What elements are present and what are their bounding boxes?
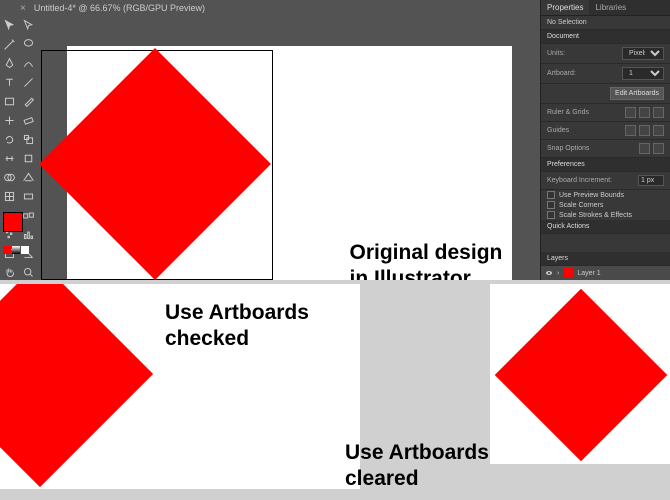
- caption-line: Use Artboards: [345, 441, 489, 464]
- snap-point-icon[interactable]: [653, 143, 664, 154]
- scale-strokes-row[interactable]: Scale Strokes & Effects: [541, 210, 670, 220]
- shaper-tool-icon[interactable]: [0, 111, 19, 130]
- gradient-mode-icon[interactable]: [12, 246, 20, 254]
- comparison-area: [0, 280, 670, 500]
- units-row: Units: Pixels: [541, 44, 670, 64]
- fill-color-swatch[interactable]: [3, 212, 23, 232]
- line-tool-icon[interactable]: [19, 73, 38, 92]
- caption-line: checked: [165, 327, 249, 350]
- checkbox-label: Scale Strokes & Effects: [559, 212, 632, 219]
- artboard-select[interactable]: 1: [622, 67, 664, 80]
- perspective-grid-tool-icon[interactable]: [19, 168, 38, 187]
- scale-tool-icon[interactable]: [19, 130, 38, 149]
- checkbox-icon[interactable]: [547, 211, 555, 219]
- snap-options-label: Snap Options: [547, 145, 589, 152]
- illustrator-window: × Untitled-4* @ 66.67% (RGB/GPU Preview): [0, 0, 670, 280]
- scale-corners-row[interactable]: Scale Corners: [541, 200, 670, 210]
- show-guides-icon[interactable]: [625, 125, 636, 136]
- layer-thumbnail: [563, 268, 573, 278]
- section-quick-actions: Quick Actions: [541, 220, 670, 234]
- width-tool-icon[interactable]: [0, 149, 19, 168]
- red-diamond-shape: [495, 289, 668, 462]
- tab-properties[interactable]: Properties: [541, 0, 589, 15]
- rotate-tool-icon[interactable]: [0, 130, 19, 149]
- smart-guides-icon[interactable]: [653, 125, 664, 136]
- shape-builder-tool-icon[interactable]: [0, 168, 19, 187]
- ruler-grids-label: Ruler & Grids: [547, 109, 589, 116]
- edit-artboards-button[interactable]: Edit Artboards: [610, 87, 664, 100]
- export-cleared-example: [490, 284, 670, 464]
- canvas-area[interactable]: Original design in Illustrator: [38, 16, 540, 280]
- grid-icon[interactable]: [639, 107, 650, 118]
- properties-panel: Properties Libraries No Selection Docume…: [540, 0, 670, 280]
- section-preferences: Preferences: [541, 158, 670, 172]
- units-label: Units:: [547, 50, 565, 57]
- artboard-row: Artboard: 1: [541, 64, 670, 84]
- document-title: Untitled-4* @ 66.67% (RGB/GPU Preview): [34, 3, 205, 13]
- close-tab-icon[interactable]: ×: [20, 3, 26, 14]
- units-select[interactable]: Pixels: [622, 47, 664, 60]
- artboard[interactable]: Original design in Illustrator: [67, 46, 512, 281]
- curvature-tool-icon[interactable]: [19, 54, 38, 73]
- lasso-tool-icon[interactable]: [19, 35, 38, 54]
- lock-guides-icon[interactable]: [639, 125, 650, 136]
- red-diamond-shape: [0, 284, 153, 487]
- layer-row[interactable]: › Layer 1: [541, 266, 670, 280]
- selection-status: No Selection: [541, 16, 670, 30]
- mesh-tool-icon[interactable]: [0, 187, 19, 206]
- paintbrush-tool-icon[interactable]: [19, 92, 38, 111]
- artboard-label: Artboard:: [547, 70, 576, 77]
- caption-line: Original design: [350, 241, 503, 264]
- kb-increment-input[interactable]: [638, 175, 664, 186]
- panel-tabs: Properties Libraries: [541, 0, 670, 16]
- checkbox-label: Scale Corners: [559, 202, 603, 209]
- snap-pixel-icon[interactable]: [639, 143, 650, 154]
- checkbox-icon[interactable]: [547, 201, 555, 209]
- layer-name[interactable]: Layer 1: [577, 270, 600, 277]
- ruler-icon[interactable]: [625, 107, 636, 118]
- checkbox-label: Use Preview Bounds: [559, 192, 624, 199]
- transparency-grid-icon[interactable]: [653, 107, 664, 118]
- edit-artboards-row: Edit Artboards: [541, 84, 670, 104]
- checkbox-icon[interactable]: [547, 191, 555, 199]
- type-tool-icon[interactable]: [0, 73, 19, 92]
- eraser-tool-icon[interactable]: [19, 111, 38, 130]
- selection-tool-icon[interactable]: [0, 16, 19, 35]
- direct-selection-tool-icon[interactable]: [19, 16, 38, 35]
- guides-label: Guides: [547, 127, 569, 134]
- caption-line: cleared: [345, 467, 419, 490]
- layers-panel: Layers › Layer 1: [541, 252, 670, 280]
- kb-increment-label: Keyboard Increment:: [547, 177, 612, 184]
- color-mode-icon[interactable]: [3, 246, 11, 254]
- layers-header: Layers: [541, 252, 670, 266]
- section-document: Document: [541, 30, 670, 44]
- caption-cleared: Use Artboards cleared: [345, 440, 489, 493]
- caption-checked: Use Artboards checked: [165, 300, 309, 353]
- caption-line: Use Artboards: [165, 301, 309, 324]
- toolbox: [0, 16, 38, 252]
- use-preview-bounds-row[interactable]: Use Preview Bounds: [541, 190, 670, 200]
- rectangle-tool-icon[interactable]: [0, 92, 19, 111]
- tab-libraries[interactable]: Libraries: [589, 0, 632, 15]
- pen-tool-icon[interactable]: [0, 54, 19, 73]
- color-swatch[interactable]: [3, 212, 33, 254]
- chevron-right-icon[interactable]: ›: [557, 270, 559, 277]
- guides-row: Guides: [541, 122, 670, 140]
- free-transform-tool-icon[interactable]: [19, 149, 38, 168]
- ruler-grids-row: Ruler & Grids: [541, 104, 670, 122]
- magic-wand-tool-icon[interactable]: [0, 35, 19, 54]
- gradient-tool-icon[interactable]: [19, 187, 38, 206]
- snap-options-row: Snap Options: [541, 140, 670, 158]
- none-mode-icon[interactable]: [21, 246, 29, 254]
- keyboard-increment-row: Keyboard Increment:: [541, 172, 670, 190]
- visibility-icon[interactable]: [545, 269, 553, 277]
